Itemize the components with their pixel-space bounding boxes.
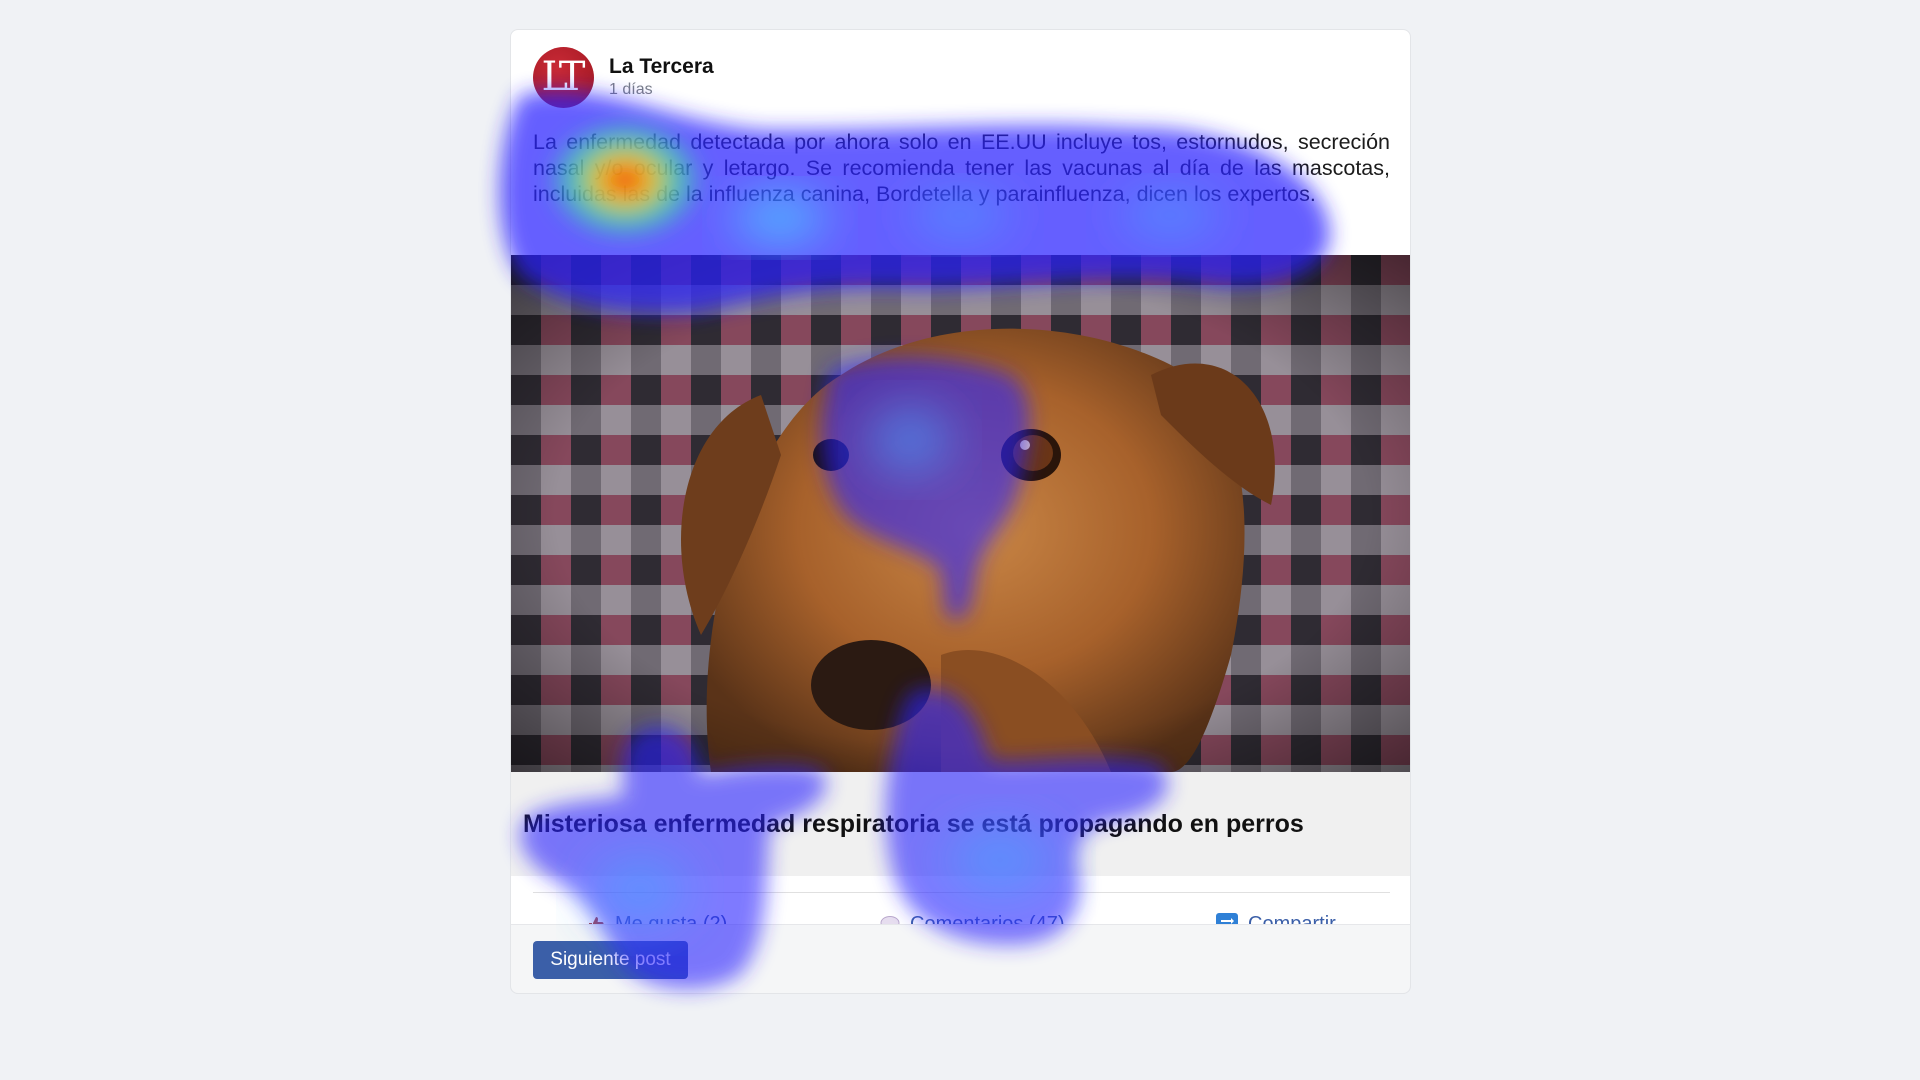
link-preview[interactable]: Misteriosa enfermedad respiratoria se es…: [511, 772, 1410, 876]
page: LT La Tercera 1 días La enfermedad detec…: [0, 0, 1920, 1080]
dog-photo: [511, 255, 1410, 772]
divider: [533, 892, 1390, 893]
page-name[interactable]: La Tercera: [609, 55, 714, 79]
post-image[interactable]: [511, 255, 1410, 772]
next-post-button[interactable]: Siguiente post: [533, 941, 688, 979]
avatar[interactable]: LT: [533, 46, 594, 108]
post-footer: Siguiente post: [510, 924, 1411, 994]
post-card: LT La Tercera 1 días La enfermedad detec…: [510, 29, 1411, 994]
post-body-text: La enfermedad detectada por ahora solo e…: [533, 130, 1390, 206]
header-text: La Tercera 1 días: [609, 55, 714, 99]
post-time: 1 días: [609, 81, 653, 98]
post-header: LT La Tercera 1 días: [533, 46, 714, 108]
footer-bar: Siguiente post: [510, 924, 1411, 994]
link-title[interactable]: Misteriosa enfermedad respiratoria se es…: [523, 810, 1304, 839]
